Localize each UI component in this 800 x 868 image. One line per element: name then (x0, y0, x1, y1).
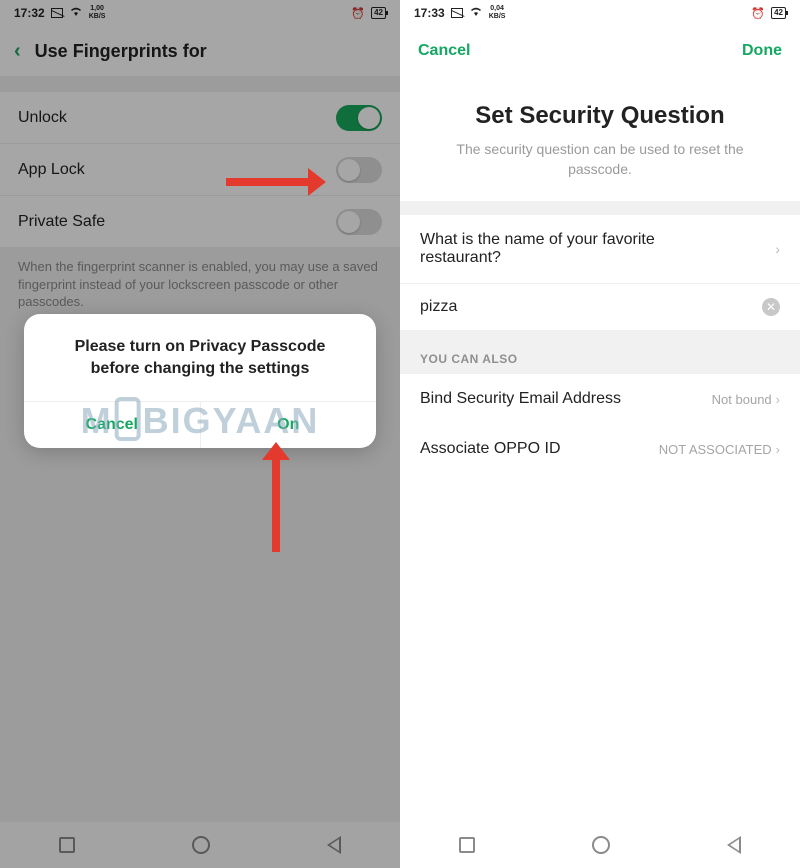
no-sim-icon (451, 8, 463, 18)
cancel-button[interactable]: Cancel (418, 42, 470, 60)
bind-email-label: Bind Security Email Address (420, 390, 621, 408)
no-sim-icon (51, 8, 63, 18)
chevron-right-icon: › (776, 442, 780, 457)
bind-email-status: Not bound › (712, 392, 780, 407)
clear-input-icon[interactable]: ✕ (762, 298, 780, 316)
wifi-icon (469, 6, 483, 20)
setting-row-privatesafe[interactable]: Private Safe (0, 196, 400, 248)
page-title: Use Fingerprints for (35, 41, 207, 62)
page-header: ‹ Use Fingerprints for (0, 26, 400, 76)
toggle-applock[interactable] (336, 157, 382, 183)
associate-oppo-label: Associate OPPO ID (420, 440, 561, 458)
nav-home-icon[interactable] (592, 836, 610, 854)
toggle-unlock[interactable] (336, 105, 382, 131)
answer-input-row[interactable]: pizza ✕ (400, 284, 800, 330)
page-subtitle: The security question can be used to res… (400, 140, 800, 201)
chevron-right-icon: › (776, 392, 780, 407)
dialog-cancel-button[interactable]: Cancel (24, 402, 201, 448)
bind-email-row[interactable]: Bind Security Email Address Not bound › (400, 374, 800, 424)
status-time: 17:32 (14, 6, 45, 20)
toggle-privatesafe[interactable] (336, 209, 382, 235)
dialog-message: Please turn on Privacy Passcode before c… (24, 314, 376, 401)
battery-icon: 42 (771, 7, 786, 19)
modal-header: Cancel Done (400, 26, 800, 76)
battery-icon: 42 (371, 7, 386, 19)
done-button[interactable]: Done (742, 42, 782, 60)
setting-label: App Lock (18, 161, 85, 179)
status-time: 17:33 (414, 6, 445, 20)
associate-oppo-status: NOT ASSOCIATED › (659, 442, 780, 457)
nav-bar (0, 822, 400, 868)
nav-bar (400, 822, 800, 868)
dialog-on-button[interactable]: On (201, 402, 377, 448)
chevron-right-icon: › (775, 241, 780, 257)
nav-back-icon[interactable] (727, 836, 741, 854)
nav-home-icon[interactable] (192, 836, 210, 854)
security-question-text: What is the name of your favorite restau… (420, 231, 730, 267)
alarm-icon: ⏰ (751, 7, 765, 20)
nav-back-icon[interactable] (327, 836, 341, 854)
network-speed: 0,04 KB/S (489, 5, 506, 21)
setting-label: Private Safe (18, 213, 105, 231)
settings-list: Unlock App Lock Private Safe (0, 76, 400, 248)
nav-recent-icon[interactable] (459, 837, 475, 853)
section-header: YOU CAN ALSO (400, 330, 800, 374)
back-icon[interactable]: ‹ (14, 40, 21, 63)
network-speed: 1,00 KB/S (89, 5, 106, 21)
status-bar: 17:33 0,04 KB/S ⏰ 42 (400, 0, 800, 26)
phone-left: 17:32 1,00 KB/S ⏰ 42 ‹ Use Fin (0, 0, 400, 868)
page-title: Set Security Question (400, 76, 800, 140)
setting-row-applock[interactable]: App Lock (0, 144, 400, 196)
nav-recent-icon[interactable] (59, 837, 75, 853)
setting-row-unlock[interactable]: Unlock (0, 92, 400, 144)
status-bar: 17:32 1,00 KB/S ⏰ 42 (0, 0, 400, 26)
setting-label: Unlock (18, 109, 67, 127)
alarm-icon: ⏰ (351, 7, 365, 20)
wifi-icon (69, 6, 83, 20)
privacy-passcode-dialog: Please turn on Privacy Passcode before c… (24, 314, 376, 448)
phone-right: 17:33 0,04 KB/S ⏰ 42 Cancel Done Set Sec… (400, 0, 800, 868)
associate-oppo-row[interactable]: Associate OPPO ID NOT ASSOCIATED › (400, 424, 800, 474)
dual-screenshot-container: 17:32 1,00 KB/S ⏰ 42 ‹ Use Fin (0, 0, 800, 868)
answer-input[interactable]: pizza (420, 298, 457, 316)
security-question-selector[interactable]: What is the name of your favorite restau… (400, 215, 800, 284)
